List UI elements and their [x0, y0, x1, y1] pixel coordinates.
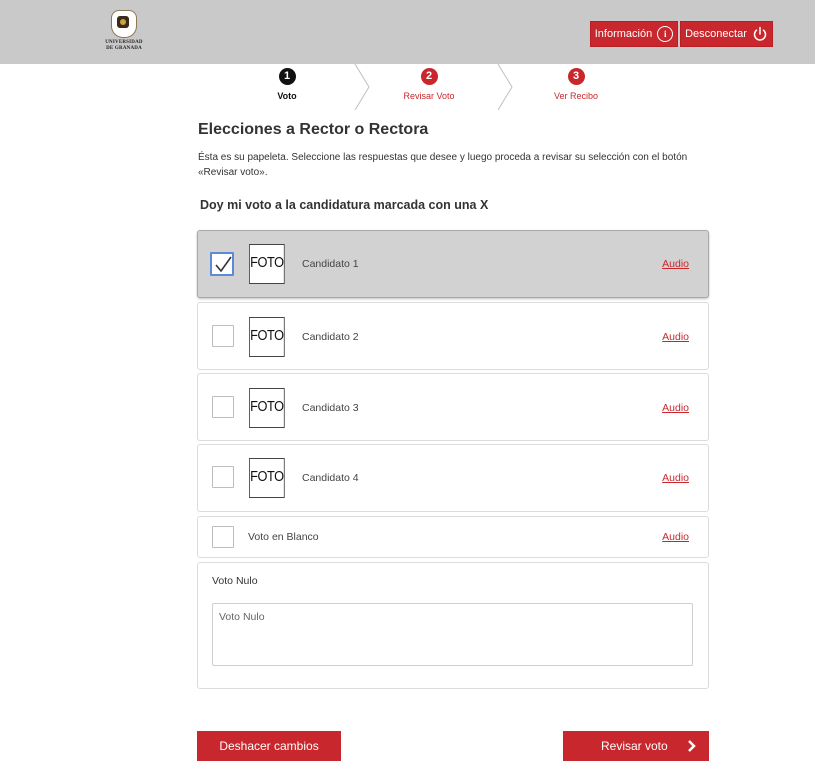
- info-icon: i: [657, 26, 674, 42]
- candidate-photo: FOTO: [249, 458, 285, 498]
- undo-changes-button[interactable]: Deshacer cambios: [197, 731, 341, 761]
- review-vote-label: Revisar voto: [601, 739, 668, 753]
- ballot-description: Ésta es su papeleta. Seleccione las resp…: [198, 152, 688, 178]
- logo-text: UNIVERSIDAD DE GRANADA: [100, 40, 148, 52]
- logout-button-label: Desconectar: [685, 28, 747, 40]
- info-button-label: Información: [594, 28, 653, 40]
- blank-vote-checkbox[interactable]: [212, 526, 234, 548]
- step-ver-recibo[interactable]: 3 Ver Recibo: [531, 68, 621, 101]
- null-vote-panel: Voto Nulo: [197, 562, 709, 689]
- step-separator-icon: [354, 64, 370, 110]
- crest-icon: [111, 10, 137, 38]
- candidate-name: Candidato 3: [302, 402, 359, 414]
- audio-link[interactable]: Audio: [662, 531, 689, 543]
- candidate-name: Candidato 1: [302, 258, 359, 270]
- step-number: 3: [567, 68, 585, 85]
- step-label: Revisar Voto: [403, 91, 455, 101]
- candidate-name: Candidato 4: [302, 472, 359, 484]
- candidate-photo: FOTO: [249, 244, 285, 284]
- audio-link[interactable]: Audio: [662, 472, 689, 484]
- step-voto: 1 Voto: [242, 68, 332, 101]
- university-logo: UNIVERSIDAD DE GRANADA: [100, 10, 148, 52]
- null-vote-input[interactable]: [212, 603, 693, 666]
- candidate-checkbox[interactable]: [212, 466, 234, 488]
- logout-button[interactable]: Desconectar: [680, 21, 773, 47]
- audio-link[interactable]: Audio: [662, 258, 689, 270]
- step-separator-icon: [497, 64, 513, 110]
- candidate-photo: FOTO: [249, 388, 285, 428]
- candidate-checkbox[interactable]: [210, 252, 234, 276]
- review-vote-button[interactable]: Revisar voto: [563, 731, 709, 761]
- page-title: Elecciones a Rector o Rectora: [198, 121, 429, 138]
- logo-text-line2: DE GRANADA: [106, 46, 142, 51]
- candidate-option[interactable]: FOTO Candidato 1 Audio: [197, 230, 709, 298]
- blank-vote-label: Voto en Blanco: [248, 531, 319, 543]
- step-label: Ver Recibo: [553, 91, 599, 101]
- candidate-option[interactable]: FOTO Candidato 4 Audio: [197, 444, 709, 512]
- candidate-checkbox[interactable]: [212, 396, 234, 418]
- chevron-right-icon: [688, 740, 696, 752]
- step-label: Voto: [277, 91, 297, 101]
- step-number: 2: [420, 68, 438, 85]
- undo-changes-label: Deshacer cambios: [219, 739, 319, 753]
- ballot-question: Doy mi voto a la candidatura marcada con…: [200, 198, 489, 212]
- step-number: 1: [278, 68, 296, 85]
- audio-link[interactable]: Audio: [662, 331, 689, 343]
- top-header: UNIVERSIDAD DE GRANADA Información i Des…: [0, 0, 815, 64]
- info-button[interactable]: Información i: [590, 21, 678, 47]
- audio-link[interactable]: Audio: [662, 402, 689, 414]
- candidate-option[interactable]: FOTO Candidato 3 Audio: [197, 373, 709, 441]
- checkmark-icon: [215, 256, 232, 273]
- null-vote-label: Voto Nulo: [212, 575, 258, 587]
- candidate-name: Candidato 2: [302, 331, 359, 343]
- power-icon: [753, 26, 767, 41]
- candidate-option[interactable]: FOTO Candidato 2 Audio: [197, 302, 709, 370]
- blank-vote-option[interactable]: Voto en Blanco Audio: [197, 516, 709, 558]
- candidate-checkbox[interactable]: [212, 325, 234, 347]
- candidate-photo: FOTO: [249, 317, 285, 357]
- step-revisar-voto[interactable]: 2 Revisar Voto: [384, 68, 474, 101]
